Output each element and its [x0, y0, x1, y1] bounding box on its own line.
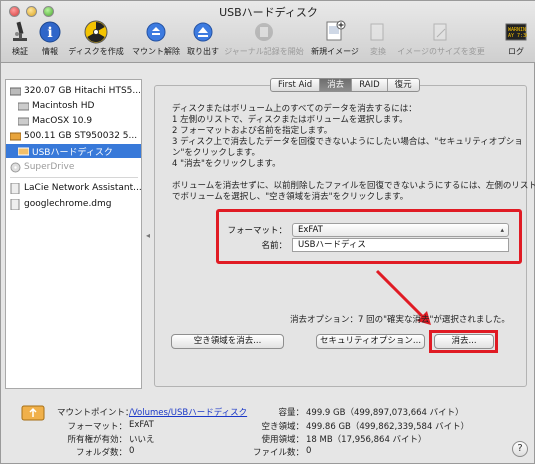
erase-instructions: ディスクまたはボリューム上のすべてのデータを消去するには： 1 左側のリストで、… — [172, 104, 535, 202]
sidebar-item-st950032-disk[interactable]: 500.11 GB ST950032 5... — [6, 129, 141, 143]
mount-point-label: マウントポイント： — [57, 408, 134, 418]
new-image-button[interactable]: 新規イメージ — [311, 19, 359, 61]
burn-icon — [84, 20, 108, 44]
capacity-value: 499.9 GB（499,897,073,664 バイト） — [306, 408, 464, 418]
sidebar-item-lacie-assistant[interactable]: LaCie Network Assistant... — [6, 181, 141, 195]
splitter-handle[interactable]: ◂ — [146, 231, 150, 240]
sidebar-divider — [10, 177, 138, 178]
window-title: USBハードディスク — [219, 6, 318, 19]
unmount-icon — [144, 20, 168, 44]
owners-value: いいえ — [129, 435, 155, 445]
external-volume-icon — [17, 146, 30, 157]
optical-drive-icon — [10, 162, 21, 173]
erase-free-space-button[interactable]: 空き領域を消去... — [171, 334, 284, 349]
convert-button[interactable]: 変換 — [365, 19, 391, 61]
highlight-box-format — [216, 209, 522, 264]
security-options-button[interactable]: セキュリティオプション... — [316, 334, 425, 349]
volume-icon — [17, 116, 30, 127]
svg-text:i: i — [47, 25, 52, 41]
owners-label: 所有権が有効： — [67, 435, 127, 445]
files-value: 0 — [306, 446, 312, 456]
erase-option-text: 消去オプション：7 回の"確実な消去"が選択されました。 — [290, 315, 510, 325]
sidebar-item-hitachi-disk[interactable]: 320.07 GB Hitachi HTS5... — [6, 84, 141, 98]
eject-icon — [191, 20, 215, 44]
tab-bar: First Aid 消去 RAID 復元 — [270, 78, 420, 92]
usb-disk-icon — [21, 403, 45, 423]
resize-image-icon — [429, 20, 453, 44]
volume-icon — [17, 101, 30, 112]
journal-icon — [252, 20, 276, 44]
highlight-box-erase — [429, 330, 498, 353]
convert-icon — [366, 20, 390, 44]
disk-image-icon — [10, 198, 21, 210]
toolbar: 検証 i 情報 ディスクを作成 マウント解除 取り出す ジャーナル記録を開始 新… — [1, 19, 535, 61]
sidebar-item-macosx[interactable]: MacOSX 10.9 — [6, 114, 141, 128]
help-button[interactable]: ? — [512, 441, 528, 457]
eject-button[interactable]: 取り出す — [185, 19, 221, 61]
tab-restore[interactable]: 復元 — [388, 79, 419, 91]
svg-text:AY 7:36: AY 7:36 — [508, 33, 527, 39]
used-label: 使用領域： — [261, 435, 304, 445]
sidebar-item-googlechrome-dmg[interactable]: googlechrome.dmg — [6, 197, 141, 211]
verify-button[interactable]: 検証 — [6, 19, 34, 61]
info-icon: i — [38, 20, 62, 44]
burn-button[interactable]: ディスクを作成 — [67, 19, 125, 61]
sidebar-item-macintosh-hd[interactable]: Macintosh HD — [6, 99, 141, 113]
capacity-label: 容量： — [278, 408, 304, 418]
new-image-icon — [323, 20, 347, 44]
log-icon: WARNIN AY 7:36 — [504, 20, 528, 44]
format-info-value: ExFAT — [129, 420, 154, 430]
unmount-button[interactable]: マウント解除 — [131, 19, 181, 61]
enable-journaling-button[interactable]: ジャーナル記録を開始 — [223, 19, 305, 61]
used-value: 18 MB（17,956,864 バイト） — [306, 435, 427, 445]
external-disk-icon — [9, 131, 22, 142]
available-label: 空き領域： — [261, 422, 304, 432]
files-label: ファイル数： — [252, 448, 304, 458]
sidebar-item-usb-hard-disk[interactable]: USBハードディスク — [6, 144, 141, 158]
sidebar-item-superdrive[interactable]: SuperDrive — [6, 160, 141, 174]
tab-raid[interactable]: RAID — [352, 79, 388, 91]
available-value: 499.86 GB（499,862,339,584 バイト） — [306, 422, 470, 432]
mount-point-link[interactable]: /Volumes/USBハードディスク — [129, 406, 247, 418]
tab-erase[interactable]: 消去 — [320, 79, 353, 91]
hard-disk-icon — [9, 86, 22, 97]
device-sidebar: 320.07 GB Hitachi HTS5... Macintosh HD M… — [5, 79, 142, 389]
tab-first-aid[interactable]: First Aid — [271, 79, 321, 91]
microscope-icon — [8, 20, 32, 44]
title-bar: USBハードディスク 検証 i 情報 ディスクを作成 マウント解除 取り出す ジ… — [1, 1, 535, 63]
info-button[interactable]: i 情報 — [38, 19, 62, 61]
folders-label: フォルダ数： — [75, 448, 127, 458]
format-info-label: フォーマット： — [67, 422, 127, 432]
resize-image-button[interactable]: イメージのサイズを変更 — [395, 19, 487, 61]
disk-image-icon — [10, 182, 21, 194]
folders-value: 0 — [129, 446, 135, 456]
log-button[interactable]: WARNIN AY 7:36 ログ — [501, 19, 531, 61]
disk-utility-window: USBハードディスク 検証 i 情報 ディスクを作成 マウント解除 取り出す ジ… — [0, 0, 535, 464]
